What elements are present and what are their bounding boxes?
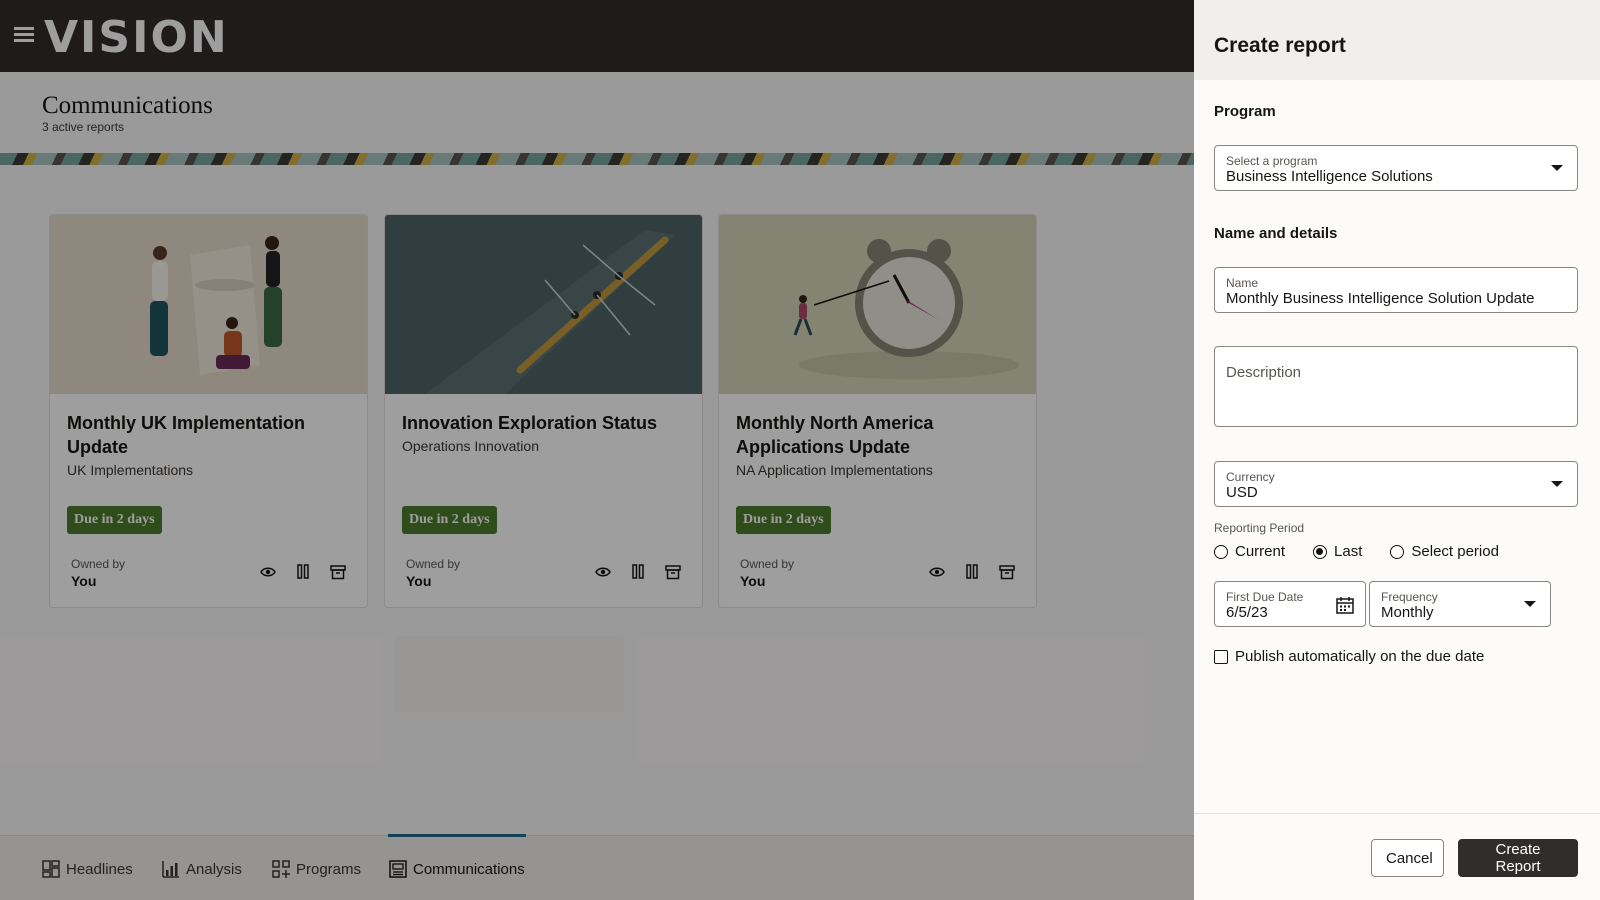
create-report-drawer: Create report Program Select a program B…: [1194, 0, 1600, 900]
first-due-date-value: 6/5/23: [1226, 604, 1268, 621]
frequency-select-value: Monthly: [1381, 604, 1434, 621]
radio-label: Last: [1334, 543, 1363, 560]
program-select[interactable]: Select a program Business Intelligence S…: [1214, 145, 1578, 191]
radio-indicator[interactable]: [1390, 544, 1405, 559]
program-select-value: Business Intelligence Solutions: [1226, 168, 1433, 185]
frequency-select-label: Frequency: [1381, 590, 1438, 604]
radio-indicator[interactable]: [1214, 544, 1228, 559]
details-section-label: Name and details: [1214, 225, 1338, 242]
chevron-down-icon: [1551, 165, 1563, 171]
modal-overlay[interactable]: [0, 0, 1194, 900]
first-due-date-field[interactable]: First Due Date 6/5/23: [1214, 581, 1366, 627]
create-report-button[interactable]: Create Report: [1458, 839, 1578, 877]
calendar-icon[interactable]: [1335, 595, 1355, 615]
first-due-date-label: First Due Date: [1226, 590, 1304, 604]
reporting-period-label: Reporting Period: [1214, 521, 1305, 535]
currency-select[interactable]: Currency USD: [1214, 461, 1578, 507]
publish-automatically-row: Publish automatically on the due date: [1214, 648, 1484, 665]
drawer-footer: Cancel Create Report: [1194, 813, 1600, 900]
chevron-down-icon: [1551, 481, 1563, 487]
frequency-select[interactable]: Frequency Monthly: [1369, 581, 1551, 627]
publish-automatically-checkbox[interactable]: [1214, 649, 1228, 664]
chevron-down-icon: [1524, 601, 1536, 607]
radio-select-period[interactable]: Select period: [1390, 543, 1499, 560]
name-field-label: Name: [1226, 276, 1259, 290]
publish-automatically-label: Publish automatically on the due date: [1235, 648, 1485, 665]
radio-last[interactable]: Last: [1313, 543, 1362, 560]
radio-label: Current: [1235, 543, 1286, 560]
program-section-label: Program: [1214, 103, 1276, 120]
radio-indicator[interactable]: [1313, 544, 1328, 559]
description-placeholder: Description: [1226, 364, 1302, 381]
reporting-period-radios: Current Last Select period: [1214, 543, 1527, 560]
currency-select-value: USD: [1226, 484, 1258, 501]
program-select-label: Select a program: [1226, 154, 1318, 168]
radio-current[interactable]: Current: [1214, 543, 1285, 560]
description-field[interactable]: Description: [1214, 346, 1578, 427]
drawer-title: Create report: [1214, 34, 1346, 57]
name-input[interactable]: [1226, 290, 1556, 307]
radio-label: Select period: [1411, 543, 1499, 560]
name-field[interactable]: Name: [1214, 267, 1578, 313]
cancel-button[interactable]: Cancel: [1371, 839, 1444, 877]
currency-select-label: Currency: [1226, 470, 1275, 484]
